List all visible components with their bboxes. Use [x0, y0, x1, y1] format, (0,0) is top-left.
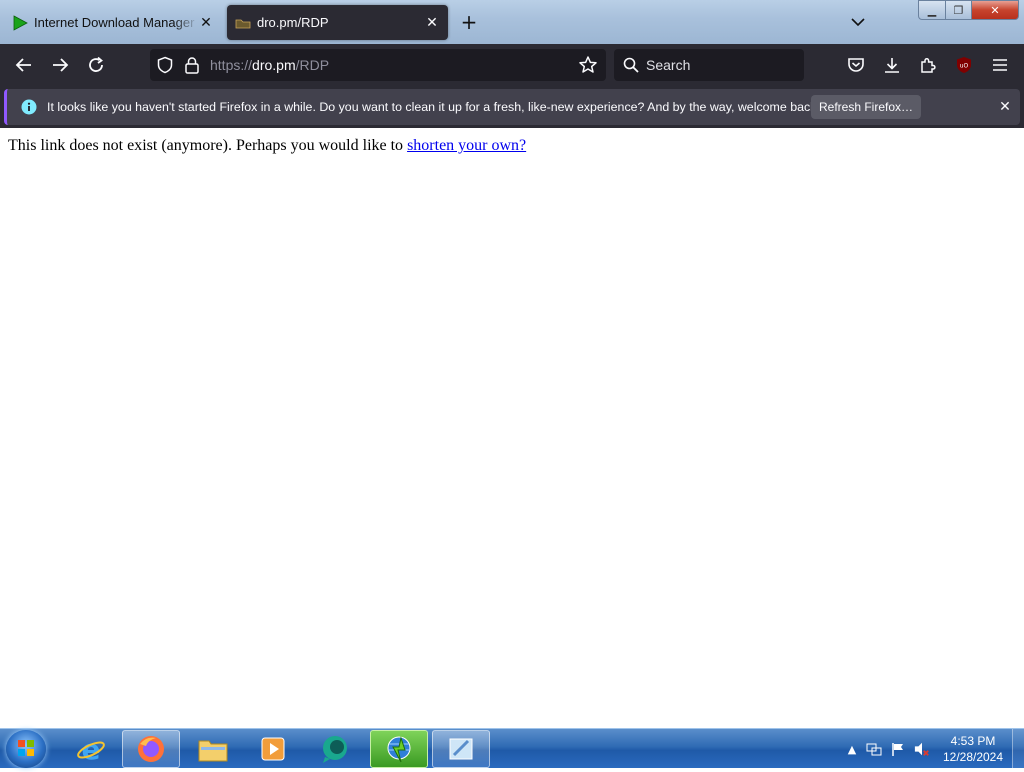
back-button[interactable]: [11, 52, 37, 78]
notification-bar: It looks like you haven't started Firefo…: [0, 86, 1024, 128]
taskbar-notepad[interactable]: [432, 730, 490, 768]
puzzle-piece-icon: [921, 57, 936, 73]
system-clock[interactable]: 4:53 PM 12/28/2024: [940, 733, 1006, 765]
search-bar[interactable]: Search: [614, 49, 804, 81]
idm-globe-icon: [387, 736, 411, 763]
page-text: This link does not exist (anymore). Perh…: [8, 137, 526, 155]
lock-icon[interactable]: [184, 56, 200, 78]
firefox-icon: [138, 736, 164, 762]
taskbar-firefox[interactable]: [122, 730, 180, 768]
chevron-down-icon: [851, 18, 865, 27]
network-icon[interactable]: [866, 741, 882, 757]
taskbar: e ▲ 4:53 PM 12/28/2024: [0, 728, 1024, 769]
bookmark-star-icon[interactable]: [578, 55, 598, 79]
close-tab-icon[interactable]: ✕: [198, 14, 214, 31]
media-player-icon: [261, 737, 285, 761]
address-bar[interactable]: https://dro.pm/RDP: [150, 49, 606, 81]
taskbar-media-player[interactable]: [244, 730, 302, 768]
tab-dro-pm[interactable]: dro.pm/RDP ✕: [227, 5, 448, 40]
menu-button[interactable]: [987, 52, 1013, 78]
internet-explorer-icon: e: [77, 733, 105, 765]
close-window-button[interactable]: ✕: [971, 0, 1019, 20]
tab-title: dro.pm/RDP: [257, 15, 329, 30]
pocket-button[interactable]: [843, 52, 869, 78]
notification-message: It looks like you haven't started Firefo…: [47, 100, 820, 114]
ublock-origin-icon: uO: [957, 57, 971, 73]
url-text[interactable]: https://dro.pm/RDP: [210, 57, 329, 73]
extensions-button[interactable]: [915, 52, 941, 78]
close-tab-icon[interactable]: ✕: [424, 14, 440, 31]
folder-icon: [198, 740, 228, 762]
forward-arrow-icon: [53, 58, 69, 72]
hamburger-menu-icon: [993, 59, 1007, 71]
windows-logo-icon: [18, 740, 34, 756]
show-desktop-button[interactable]: [1012, 729, 1024, 769]
minimize-button[interactable]: ▁: [918, 0, 946, 20]
pocket-icon: [848, 58, 864, 72]
tab-idm[interactable]: Internet Download Manager is ✕: [4, 5, 222, 40]
download-icon: [885, 58, 899, 73]
taskbar-internet-download-manager[interactable]: [370, 730, 428, 768]
url-path: /RDP: [295, 57, 330, 73]
svg-text:uO: uO: [960, 63, 969, 70]
list-all-tabs-button[interactable]: [848, 12, 868, 32]
close-notification-icon[interactable]: ✕: [997, 99, 1013, 115]
chat-bubble-icon: [323, 736, 347, 763]
ublock-origin-button[interactable]: uO: [951, 52, 977, 78]
notification: It looks like you haven't started Firefo…: [4, 89, 1020, 125]
forward-button[interactable]: [47, 52, 73, 78]
clock-date: 12/28/2024: [942, 750, 1004, 764]
nav-bar: https://dro.pm/RDP Search uO: [0, 44, 1024, 86]
new-tab-button[interactable]: +: [458, 10, 480, 34]
search-icon: [623, 57, 639, 77]
start-button[interactable]: [6, 730, 46, 768]
search-placeholder: Search: [646, 57, 691, 73]
back-arrow-icon: [15, 58, 31, 72]
downloads-button[interactable]: [879, 52, 905, 78]
reload-icon: [89, 56, 103, 72]
info-icon: [21, 99, 37, 119]
shield-icon[interactable]: [156, 56, 174, 78]
url-scheme: https://: [210, 57, 253, 73]
reload-button[interactable]: [83, 52, 109, 78]
tab-strip: Internet Download Manager is ✕ dro.pm/RD…: [0, 0, 1024, 44]
taskbar-windows-explorer[interactable]: [184, 730, 242, 768]
taskbar-chat-app[interactable]: [306, 730, 364, 768]
notepad-icon: [449, 738, 473, 760]
volume-muted-icon[interactable]: [914, 741, 930, 757]
url-domain: dro.pm: [252, 57, 296, 73]
restore-button[interactable]: ❐: [945, 0, 972, 20]
taskbar-internet-explorer[interactable]: e: [62, 730, 120, 768]
action-center-flag-icon[interactable]: [890, 741, 906, 757]
dro-pm-icon: [235, 15, 251, 31]
clock-time: 4:53 PM: [950, 734, 996, 748]
tab-title: Internet Download Manager is: [34, 15, 198, 30]
show-hidden-icons-icon[interactable]: ▲: [844, 741, 860, 757]
page-content: This link does not exist (anymore). Perh…: [0, 128, 1024, 728]
message-text: This link does not exist (anymore). Perh…: [8, 137, 408, 154]
shorten-link[interactable]: shorten your own?: [407, 137, 526, 154]
idm-play-icon: [12, 14, 28, 31]
refresh-firefox-button[interactable]: Refresh Firefox…: [811, 95, 921, 119]
